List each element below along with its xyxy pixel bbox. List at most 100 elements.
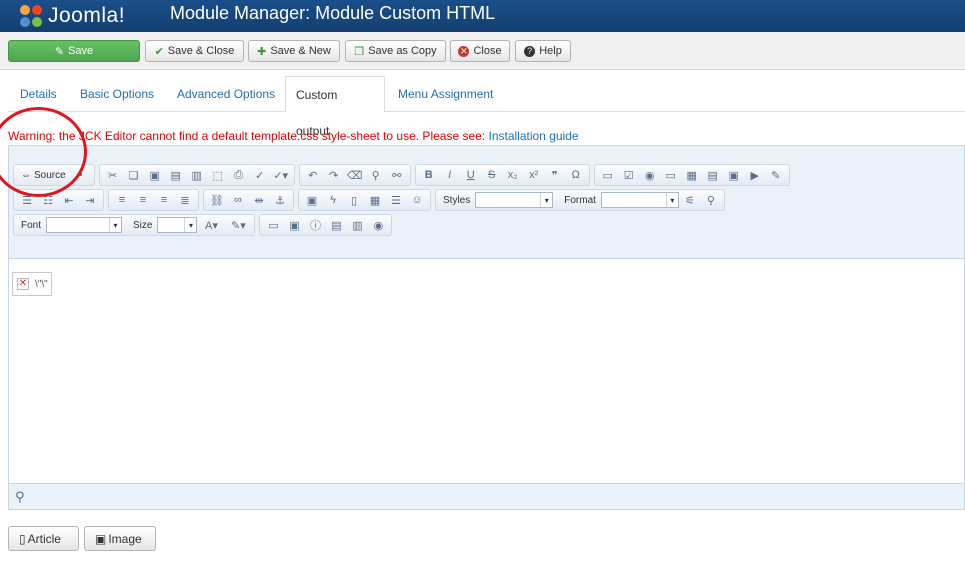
save-close-button[interactable]: ✔ Save & Close [145,40,244,62]
text-color-icon[interactable]: A▾ [198,216,224,234]
checkbox-icon[interactable]: ☑ [619,166,639,184]
paste-text-icon[interactable]: ▤ [166,166,186,184]
editor-toolbar-row-1: ⇔ Source ▪ ✂ ❏ ▣ ▤ ▥ ⬚ ⎙ ✓ ✓▾ ↶ ↷ ⌫ ⚲ ⚯ … [13,164,790,186]
undo-icon[interactable]: ↶ [303,166,323,184]
radio-icon[interactable]: ◉ [640,166,660,184]
align-right-icon[interactable]: ≡ [154,191,174,209]
chevron-down-icon: ▾ [540,193,552,207]
align-group: ≡ ≡ ≡ ≣ [108,189,199,211]
broken-image-alt: \"\" [35,278,48,290]
unlink-alt-icon[interactable]: ⇹ [249,191,269,209]
eraser-icon[interactable]: ⌫ [345,166,365,184]
zoom-icon[interactable]: ⚲ [15,489,25,505]
style-format-group: Styles ▾ Format ▾ ⚟ ⚲ [435,189,725,211]
form-icon[interactable]: ▭ [598,166,618,184]
insert-article-button[interactable]: ▯ Article [8,526,79,551]
maximize-icon[interactable]: ▭ [263,216,283,234]
help-icon: ? [524,45,536,57]
subscript-icon[interactable]: x₂ [503,166,523,184]
save-copy-button[interactable]: ❐ Save as Copy [345,40,446,62]
outdent-icon[interactable]: ⇤ [59,191,79,209]
select-field-icon[interactable]: ▤ [703,166,723,184]
align-left-icon[interactable]: ≡ [112,191,132,209]
textarea-icon[interactable]: ▦ [682,166,702,184]
spellcheck-icon[interactable]: ✓ [250,166,270,184]
select-all-icon[interactable]: ⬚ [208,166,228,184]
link-group: ⛓ ∞ ⇹ ⚓ [203,189,294,211]
image-label: Image [108,531,142,546]
button-field-icon[interactable]: ▣ [724,166,744,184]
copy-doc-icon[interactable]: ❏ [124,166,144,184]
unlink-icon[interactable]: ∞ [228,191,248,209]
insert-image-button[interactable]: ▣ Image [84,526,156,551]
table-icon[interactable]: ▦ [365,191,385,209]
close-button[interactable]: ✕ Close [450,40,510,62]
strikethrough-icon[interactable]: S [482,166,502,184]
tab-custom-output[interactable]: Custom output [285,76,385,138]
anchor-icon[interactable]: ⚓ [270,191,290,209]
align-justify-icon[interactable]: ≣ [175,191,195,209]
plus-icon: ✚ [257,45,267,58]
replace-icon[interactable]: ⚯ [387,166,407,184]
link-icon[interactable]: ⛓ [207,191,227,209]
paste-from-icon[interactable]: ▥ [347,216,367,234]
image-icon[interactable]: ▣ [302,191,322,209]
font-combo[interactable]: ▾ [46,217,123,233]
flash-icon[interactable]: ϟ [323,191,343,209]
page-title: Module Manager: Module Custom HTML [170,3,496,23]
tab-bar: Details Basic Options Advanced Options C… [8,76,965,138]
format-group: B I U S x₂ x² ❞ Ω [414,164,590,186]
preview-icon[interactable]: ⚲ [701,191,721,209]
format-label: Format [564,194,596,206]
joomla-logo[interactable]: Joomla! [18,0,125,32]
print-icon[interactable]: ⎙ [229,166,249,184]
cut-icon[interactable]: ✂ [103,166,123,184]
template-icon[interactable]: ▤ [326,216,346,234]
underline-icon[interactable]: U [461,166,481,184]
tab-advanced-options[interactable]: Advanced Options [167,76,285,112]
special-char-icon[interactable]: Ω [566,166,586,184]
textfield-icon[interactable]: ▭ [661,166,681,184]
blockquote-icon[interactable]: ❞ [545,166,565,184]
spellcheck-menu-icon[interactable]: ✓▾ [271,166,291,184]
redo-icon[interactable]: ↷ [324,166,344,184]
color-wheel-icon[interactable]: ◉ [368,216,388,234]
editor-content-area[interactable]: ✕ \"\" [9,258,964,484]
tab-menu-assignment[interactable]: Menu Assignment [388,76,503,112]
size-combo[interactable]: ▾ [157,217,198,233]
smiley-icon[interactable]: ☺ [407,191,427,209]
help-label: Help [539,45,562,57]
image-button-icon[interactable]: ▶ [745,166,765,184]
save-new-button[interactable]: ✚ Save & New [248,40,340,62]
hidden-field-icon[interactable]: ✎ [766,166,786,184]
info-icon[interactable]: ⓘ [305,216,325,234]
format-combo[interactable]: ▾ [600,192,679,208]
bg-color-icon[interactable]: ✎▾ [225,216,251,234]
image-icon: ▣ [95,531,107,546]
tab-basic-options[interactable]: Basic Options [70,76,164,112]
history-group: ↶ ↷ ⌫ ⚲ ⚯ [298,164,411,186]
clipboard-group: ✂ ❏ ▣ ▤ ▥ ⬚ ⎙ ✓ ✓▾ [98,164,295,186]
forms-group: ▭ ☑ ◉ ▭ ▦ ▤ ▣ ▶ ✎ [593,164,790,186]
box-icon[interactable]: ▣ [284,216,304,234]
bold-icon[interactable]: B [419,166,439,184]
italic-icon[interactable]: I [440,166,460,184]
horizontal-rule-icon[interactable]: ☰ [386,191,406,209]
help-button[interactable]: ? Help [515,40,571,62]
save-label: Save [68,45,94,57]
indent-icon[interactable]: ⇥ [80,191,100,209]
align-center-icon[interactable]: ≡ [133,191,153,209]
editor-warning: Warning: the JCK Editor cannot find a de… [8,129,579,143]
superscript-icon[interactable]: x² [524,166,544,184]
paste-icon[interactable]: ▣ [145,166,165,184]
save-new-label: Save & New [270,45,331,57]
save-button[interactable]: ✎ Save [8,40,140,62]
find-icon[interactable]: ⚲ [366,166,386,184]
editor-toolbar-row-2: ☰ ☷ ⇤ ⇥ ≡ ≡ ≡ ≣ ⛓ ∞ ⇹ ⚓ ▣ ϟ ▯ ▦ ☰ ☺ Styl… [13,189,725,211]
styles-combo[interactable]: ▾ [475,192,554,208]
show-blocks-icon[interactable]: ⚟ [680,191,700,209]
document-icon[interactable]: ▯ [344,191,364,209]
paste-word-icon[interactable]: ▥ [187,166,207,184]
broken-image[interactable]: ✕ \"\" [12,272,52,296]
installation-guide-link[interactable]: Installation guide [488,129,578,143]
